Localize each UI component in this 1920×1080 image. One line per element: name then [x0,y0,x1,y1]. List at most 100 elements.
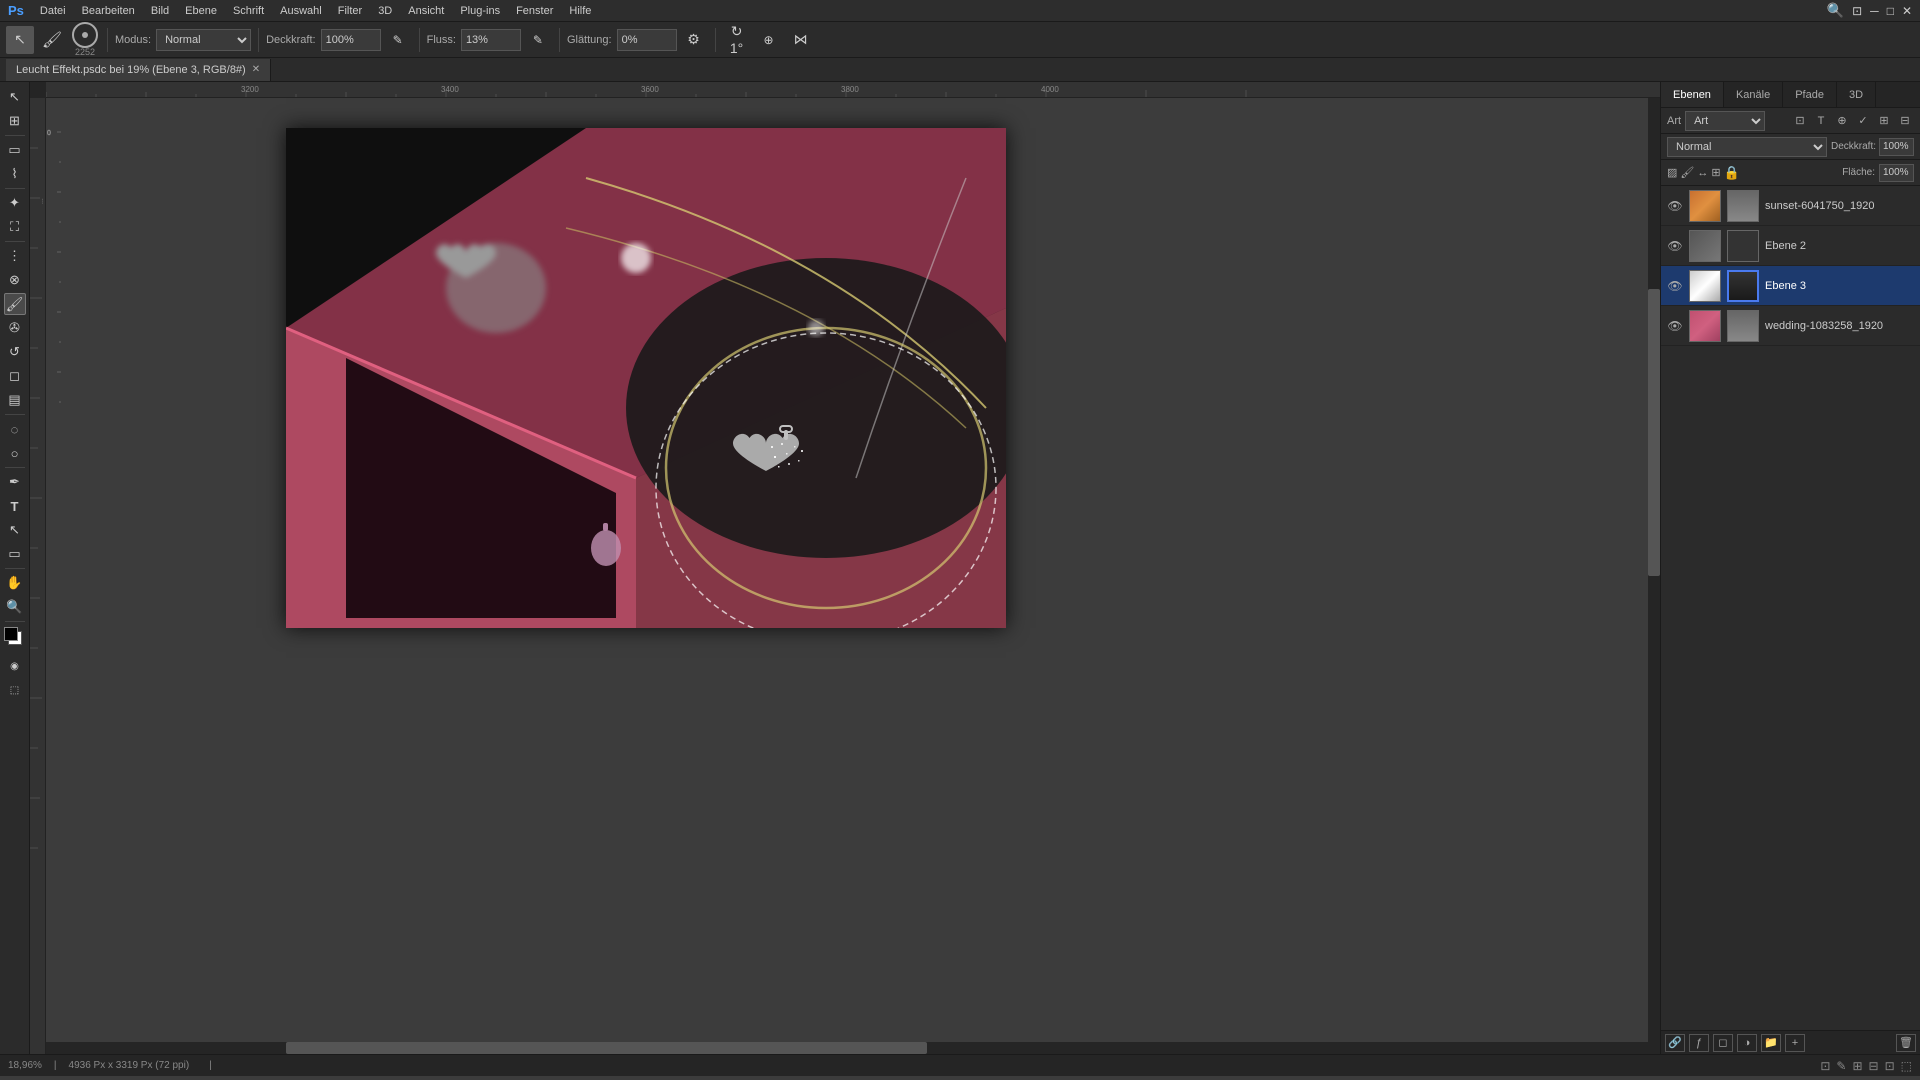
layer-icon-4[interactable]: ✓ [1854,112,1872,130]
selection-tool[interactable]: ↖ [4,86,26,108]
eyedropper-tool[interactable]: ⋮ [4,245,26,267]
menu-ansicht[interactable]: Ansicht [408,5,444,17]
search-icon[interactable]: 🔍 [1827,2,1844,19]
brush-tool-icon[interactable]: 🖌 [38,26,66,54]
glaettung-settings-btn[interactable]: ⚙ [680,26,708,54]
layer-icon-1[interactable]: ⊡ [1791,112,1809,130]
layer-eye-ebene3[interactable]: 👁 [1667,278,1683,294]
brush-tool[interactable]: 🖌 [4,293,26,315]
file-tab-item[interactable]: Leucht Effekt.psdc bei 19% (Ebene 3, RGB… [6,59,271,81]
maximize-icon[interactable]: □ [1887,4,1894,18]
text-tool[interactable]: T [4,495,26,517]
move-tool-btn[interactable]: ↖ [6,26,34,54]
layer-icon-3[interactable]: ⊕ [1833,112,1851,130]
menu-3d[interactable]: 3D [378,5,392,17]
layer-mask-btn[interactable]: ◻ [1713,1034,1733,1052]
layer-group-btn[interactable]: 📁 [1761,1034,1781,1052]
layer-icon-5[interactable]: ⊞ [1875,112,1893,130]
layer-mode-select[interactable]: Normal Multiplizieren Abwedeln Überlager… [1667,137,1827,157]
gradient-tool[interactable]: ▤ [4,389,26,411]
horizontal-scrollbar[interactable] [46,1042,1648,1054]
wand-tool[interactable]: ✦ [4,192,26,214]
status-icon-6[interactable]: ⬚ [1901,1059,1912,1073]
tab-pfade[interactable]: Pfade [1783,82,1837,107]
tab-kanaele[interactable]: Kanäle [1724,82,1783,107]
status-icon-2[interactable]: ✎ [1836,1059,1846,1073]
layer-item-ebene3[interactable]: 👁 Ebene 3 [1661,266,1920,306]
layer-style-btn[interactable]: ƒ [1689,1034,1709,1052]
angle-btn[interactable]: ↻ 1° [723,26,751,54]
fluss-input[interactable] [461,29,521,51]
zoom-tool[interactable]: 🔍 [4,596,26,618]
layer-icon-6[interactable]: ⊟ [1896,112,1914,130]
menu-schrift[interactable]: Schrift [233,5,264,17]
deckkraft-pen-btn[interactable]: ✎ [384,26,412,54]
deckkraft-input[interactable] [321,29,381,51]
lock-transparent-icon[interactable]: ▨ [1667,166,1677,179]
workspace-icon[interactable]: ⊡ [1852,4,1862,18]
layer-item-ebene2[interactable]: 👁 Ebene 2 [1661,226,1920,266]
artboard-tool[interactable]: ⊞ [4,110,26,132]
blur-tool[interactable]: ◌ [4,418,26,440]
status-icon-5[interactable]: ⊡ [1885,1059,1895,1073]
layer-new-btn[interactable]: + [1785,1034,1805,1052]
symmetry-btn[interactable]: ⋈ [787,26,815,54]
lasso-tool[interactable]: ⌇ [4,163,26,185]
history-brush-tool[interactable]: ↺ [4,341,26,363]
path-select-tool[interactable]: ↖ [4,519,26,541]
quick-mask-btn[interactable]: ◉ [4,655,26,677]
layer-eye-sunset[interactable]: 👁 [1667,198,1683,214]
lock-all-icon[interactable]: 🔒 [1724,165,1740,181]
status-icon-3[interactable]: ⊞ [1852,1059,1862,1073]
marquee-tool[interactable]: ▭ [4,139,26,161]
pen-tool[interactable]: ✒ [4,471,26,493]
clone-tool[interactable]: ✇ [4,317,26,339]
menu-ebene[interactable]: Ebene [185,5,217,17]
screen-mode-btn[interactable]: ⬚ [4,679,26,701]
art-icon-buttons: ⊡ T ⊕ ✓ ⊞ ⊟ [1791,112,1914,130]
lock-move-icon[interactable]: ↔ [1697,167,1708,179]
menu-bearbeiten[interactable]: Bearbeiten [82,5,135,17]
menu-datei[interactable]: Datei [40,5,66,17]
close-icon[interactable]: ✕ [1902,4,1912,18]
pressure-btn[interactable]: ⊕ [755,26,783,54]
deckkraft-value[interactable] [1879,138,1914,156]
fluss-pen-btn[interactable]: ✎ [524,26,552,54]
layer-eye-wedding[interactable]: 👁 [1667,318,1683,334]
layer-thumb-wedding [1689,310,1721,342]
hand-tool[interactable]: ✋ [4,572,26,594]
layer-delete-btn[interactable]: 🗑 [1896,1034,1916,1052]
lock-paint-icon[interactable]: 🖌 [1680,166,1694,179]
color-swatch[interactable] [4,627,26,649]
menu-hilfe[interactable]: Hilfe [569,5,591,17]
art-select[interactable]: Art [1685,111,1765,131]
shape-tool[interactable]: ▭ [4,543,26,565]
tab-3d[interactable]: 3D [1837,82,1876,107]
crop-tool[interactable]: ⛶ [4,216,26,238]
minimize-icon[interactable]: ─ [1870,4,1879,18]
mode-select[interactable]: Normal Multiplizieren Abwedeln [156,29,251,51]
menu-fenster[interactable]: Fenster [516,5,553,17]
fill-value[interactable] [1879,164,1914,182]
layer-eye-ebene2[interactable]: 👁 [1667,238,1683,254]
vertical-scrollbar[interactable] [1648,98,1660,1054]
spot-heal-tool[interactable]: ⊗ [4,269,26,291]
file-tab-close[interactable]: ✕ [252,64,260,75]
status-icon-4[interactable]: ⊟ [1869,1059,1879,1073]
layer-item-wedding[interactable]: 👁 wedding-1083258_1920 [1661,306,1920,346]
canvas-scroll-area[interactable]: 0 [46,98,1660,1054]
eraser-tool[interactable]: ◻ [4,365,26,387]
layer-item-sunset[interactable]: 👁 sunset-6041750_1920 [1661,186,1920,226]
status-icon-1[interactable]: ⊡ [1820,1059,1830,1073]
menu-auswahl[interactable]: Auswahl [280,5,322,17]
tab-ebenen[interactable]: Ebenen [1661,82,1724,107]
menu-filter[interactable]: Filter [338,5,362,17]
menu-bild[interactable]: Bild [151,5,169,17]
menu-plugins[interactable]: Plug-ins [460,5,500,17]
layer-icon-2[interactable]: T [1812,112,1830,130]
glaettung-input[interactable] [617,29,677,51]
lock-artboard-icon[interactable]: ⊞ [1711,166,1720,179]
layer-link-btn[interactable]: 🔗 [1665,1034,1685,1052]
layer-adjustment-btn[interactable]: ◑ [1737,1034,1757,1052]
dodge-tool[interactable]: ○ [4,442,26,464]
